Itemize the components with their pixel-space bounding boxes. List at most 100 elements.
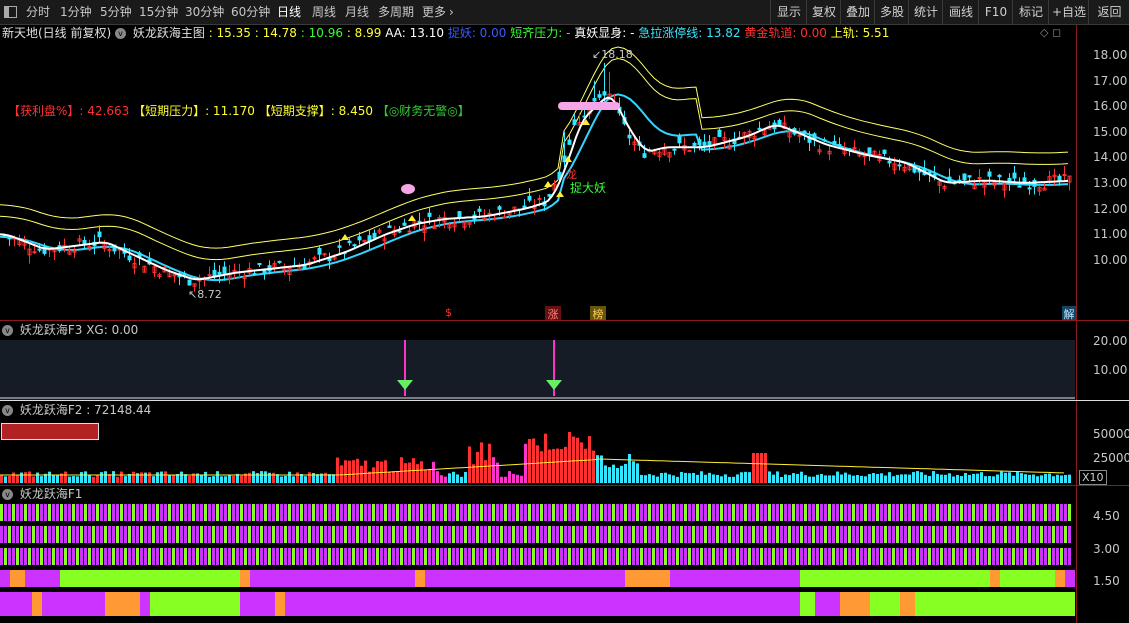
band-bar	[672, 548, 675, 565]
candle-body	[757, 127, 762, 130]
period-multi[interactable]: 多周期	[378, 4, 414, 20]
band-bar	[620, 504, 623, 521]
band-bar	[840, 504, 843, 521]
period-more[interactable]: 更多	[422, 4, 446, 20]
band-bar	[852, 526, 855, 543]
period-weekly[interactable]: 周线	[312, 4, 336, 20]
chevron-down-icon[interactable]: v	[115, 28, 127, 39]
period-fenshi[interactable]: 分时	[26, 4, 50, 20]
f1-title[interactable]: 妖龙跃海F1	[20, 487, 83, 501]
dragon-label: 龙	[566, 168, 577, 181]
f3-title[interactable]: 妖龙跃海F3	[20, 323, 83, 337]
stats-button[interactable]: 统计	[908, 0, 943, 24]
band-bar	[144, 526, 147, 543]
band-bar	[944, 526, 947, 543]
band-bar	[44, 504, 47, 521]
band-bar	[300, 526, 303, 543]
main-indicator-name[interactable]: 妖龙跃海主图	[133, 26, 205, 40]
band-bar	[308, 504, 311, 521]
band-bar	[484, 504, 487, 521]
band-bar	[0, 504, 3, 521]
band-bar	[300, 548, 303, 565]
band-bar	[268, 526, 271, 543]
band-bar	[972, 526, 975, 543]
main-chart[interactable]: 【获利盘%】: 42.663 【短期压力】: 11.170 【短期支撑】: 8.…	[0, 42, 1076, 321]
volume-bar	[72, 476, 75, 483]
band-bar	[88, 548, 91, 565]
band-bar	[64, 526, 67, 543]
volume-bar	[512, 473, 515, 483]
period-1min[interactable]: 1分钟	[60, 4, 92, 20]
display-button[interactable]: 显示	[770, 0, 807, 24]
band-bar	[636, 526, 639, 543]
add-watchlist-button[interactable]: +自选	[1048, 0, 1089, 24]
period-monthly[interactable]: 月线	[345, 4, 369, 20]
volume-bar	[4, 476, 7, 483]
band-bar	[972, 548, 975, 565]
band-bar	[528, 526, 531, 543]
band-bar	[88, 504, 91, 521]
band-bar	[540, 548, 543, 565]
multi-stock-button[interactable]: 多股	[874, 0, 909, 24]
f2-chart[interactable]	[0, 419, 1075, 485]
band-bar	[756, 504, 759, 521]
band-bar	[140, 504, 143, 521]
period-daily[interactable]: 日线	[277, 4, 301, 20]
chevron-down-icon[interactable]: v	[2, 325, 13, 336]
band-bar	[988, 526, 991, 543]
band-bar	[256, 504, 259, 521]
adjust-button[interactable]: 复权	[806, 0, 841, 24]
overlay-button[interactable]: 叠加	[840, 0, 875, 24]
f3-chart[interactable]	[0, 340, 1075, 400]
expand-icon[interactable]: ◇ ◻	[1040, 26, 1061, 39]
band-bar	[748, 548, 751, 565]
band-bar	[16, 526, 19, 543]
phase-band	[800, 592, 815, 616]
band-bar	[852, 548, 855, 565]
volume-bar	[36, 472, 39, 483]
marker-limit-up: 涨	[545, 306, 561, 321]
period-30min[interactable]: 30分钟	[185, 4, 224, 20]
band-bar	[104, 548, 107, 565]
f10-button[interactable]: F10	[978, 0, 1013, 24]
band-bar	[464, 504, 467, 521]
period-5min[interactable]: 5分钟	[100, 4, 132, 20]
band-bar	[792, 504, 795, 521]
volume-bar	[844, 472, 847, 483]
band-bar	[848, 504, 851, 521]
period-60min[interactable]: 60分钟	[231, 4, 270, 20]
chevron-down-icon[interactable]: v	[2, 489, 13, 500]
f1-chart[interactable]	[0, 502, 1075, 618]
band-bar	[928, 548, 931, 565]
band-bar	[776, 526, 779, 543]
band-bar	[568, 504, 571, 521]
band-bar	[188, 526, 191, 543]
band-bar	[980, 504, 983, 521]
mark-button[interactable]: 标记	[1012, 0, 1049, 24]
draw-button[interactable]: 画线	[942, 0, 979, 24]
band-bar	[452, 504, 455, 521]
band-bar	[924, 548, 927, 565]
band-bar	[996, 548, 999, 565]
candle-body	[1027, 187, 1032, 190]
band-bar	[624, 548, 627, 565]
band-bar	[68, 504, 71, 521]
volume-bar	[520, 475, 523, 483]
volume-bar	[156, 472, 159, 483]
band-bar	[276, 548, 279, 565]
band-bar	[948, 526, 951, 543]
period-15min[interactable]: 15分钟	[139, 4, 178, 20]
chevron-right-icon[interactable]: ›	[449, 4, 454, 20]
band-bar	[36, 526, 39, 543]
volume-bar	[460, 476, 463, 483]
back-button[interactable]: 返回	[1088, 0, 1129, 24]
chevron-down-icon[interactable]: v	[2, 405, 13, 416]
window-icon[interactable]	[4, 6, 17, 18]
band-bar	[652, 504, 655, 521]
band-bar	[744, 504, 747, 521]
buy-triangle-icon	[556, 191, 564, 197]
band-bar	[856, 526, 859, 543]
volume-bar	[776, 471, 779, 483]
f2-title[interactable]: 妖龙跃海F2	[20, 403, 83, 417]
band-bar	[860, 504, 863, 521]
